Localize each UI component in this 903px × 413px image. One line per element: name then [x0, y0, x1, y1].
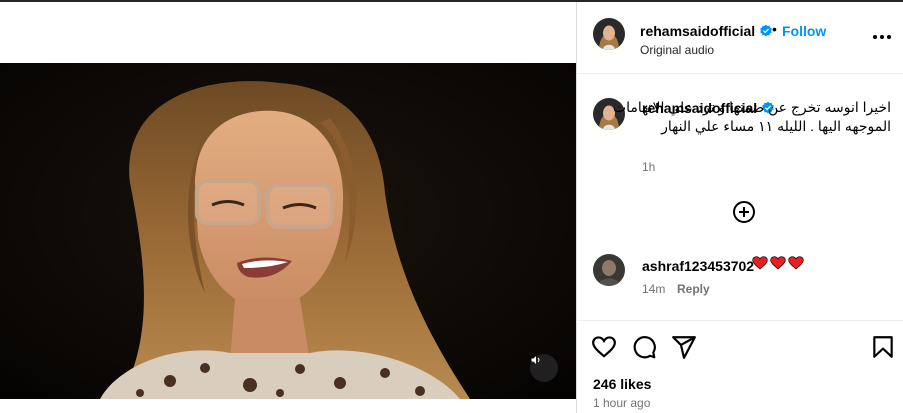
post-timestamp[interactable]: 1 hour ago — [593, 396, 650, 410]
author-username-text[interactable]: rehamsaidofficial — [640, 23, 755, 39]
caption-text: اخيرا انوسه تخرج عن ضمنها و ترد علي الات… — [612, 99, 891, 134]
comment-username[interactable]: ashraf123453702 — [642, 258, 754, 274]
mute-toggle-button[interactable] — [530, 354, 558, 382]
post-header: rehamsaidofficial • Follow Original audi… — [577, 2, 903, 74]
comment-text — [752, 255, 804, 271]
heart-emoji-icon — [752, 256, 768, 270]
likes-count[interactable]: 246 likes — [593, 376, 651, 392]
author-avatar[interactable] — [593, 18, 625, 50]
commenter-avatar[interactable] — [593, 254, 625, 286]
share-icon[interactable] — [671, 334, 697, 360]
caption-timestamp[interactable]: 1h — [642, 160, 655, 174]
add-comment-plus-icon[interactable] — [732, 200, 756, 224]
original-audio-link[interactable]: Original audio — [640, 43, 714, 57]
bookmark-icon[interactable] — [870, 334, 896, 360]
heart-emoji-icon — [788, 256, 804, 270]
heart-icon[interactable] — [591, 334, 617, 360]
follow-button[interactable]: Follow — [782, 23, 826, 39]
video-player[interactable] — [0, 63, 576, 399]
media-column — [0, 2, 576, 413]
comment-reply-button[interactable]: Reply — [677, 282, 710, 296]
heart-emoji-icon — [770, 256, 786, 270]
actions-divider — [577, 320, 903, 321]
video-frame — [0, 63, 576, 399]
more-options-icon[interactable] — [873, 35, 891, 41]
author-username[interactable]: rehamsaidofficial — [640, 23, 773, 39]
volume-icon — [531, 356, 540, 364]
post-side-panel: rehamsaidofficial • Follow Original audi… — [577, 2, 903, 413]
comment-timestamp[interactable]: 14m — [642, 282, 665, 296]
follow-separator: • — [772, 21, 777, 37]
comment-icon[interactable] — [631, 334, 657, 360]
